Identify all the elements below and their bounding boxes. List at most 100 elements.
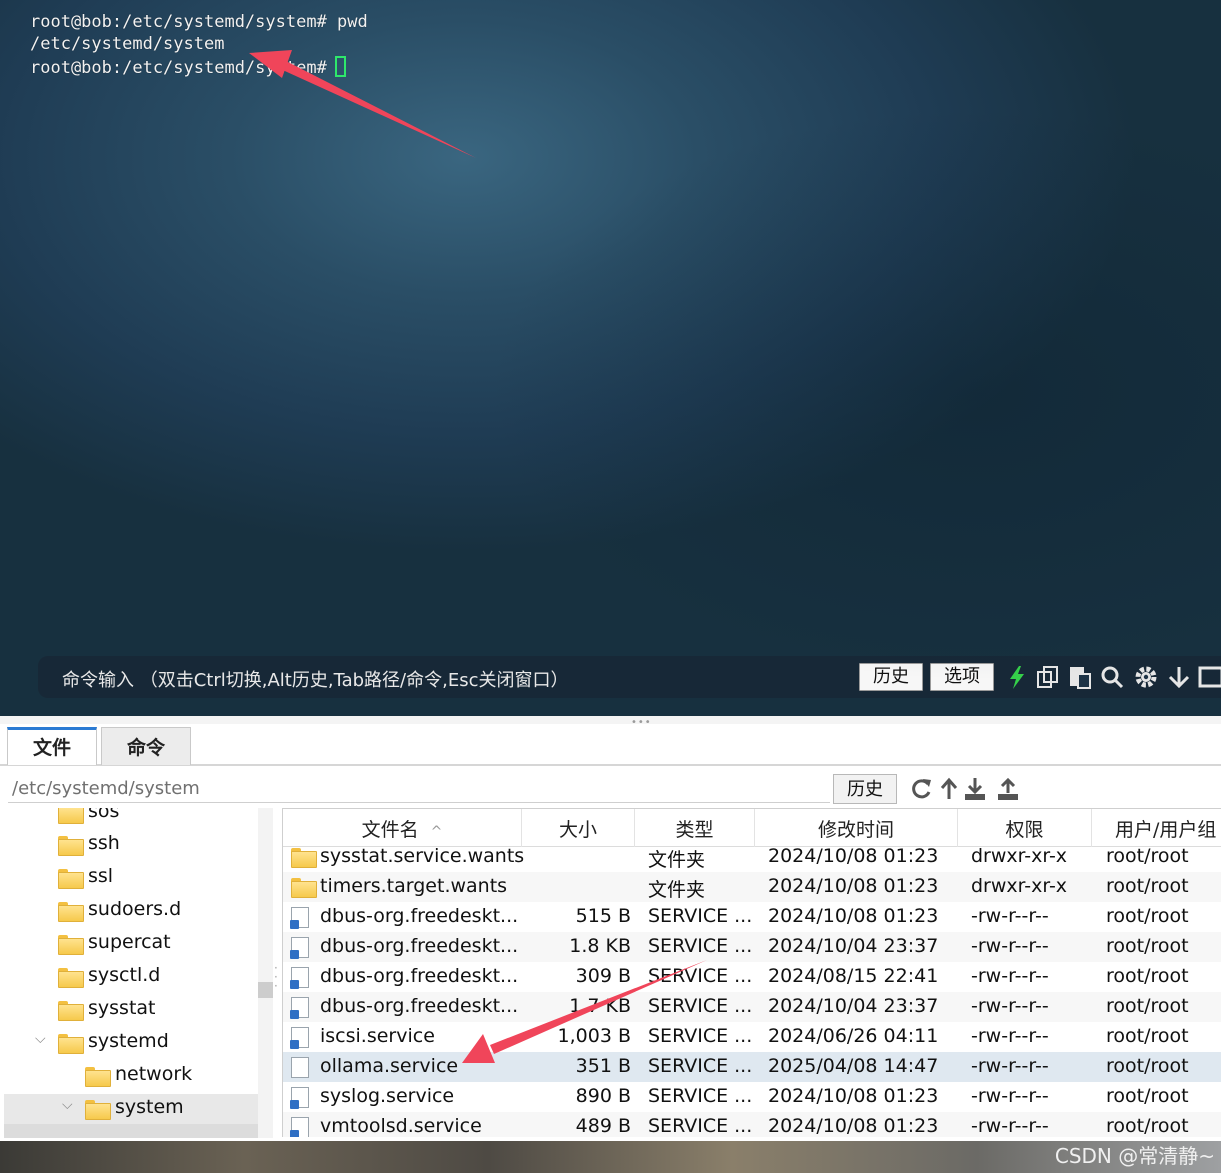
file-cell-size: 1,003 B <box>557 1025 631 1047</box>
column-header-modified[interactable]: 修改时间 <box>755 809 958 847</box>
column-header-permissions[interactable]: 权限 <box>958 809 1092 847</box>
file-cell-name: dbus-org.freedeskt... <box>320 905 519 927</box>
file-cell-type: SERVICE ... <box>648 995 753 1017</box>
chevron-down-icon[interactable]: ⌵ <box>62 1097 73 1113</box>
tree-item-system[interactable]: ⌵ system <box>4 1094 258 1124</box>
file-icon <box>291 1057 309 1078</box>
file-cell-name: sysstat.service.wants <box>320 845 525 867</box>
file-cell-name: timers.target.wants <box>320 875 508 897</box>
file-cell-owner: root/root <box>1106 845 1189 867</box>
file-list[interactable]: sysstat.service.wants 文件夹 2024/10/08 01:23… <box>282 808 1221 1138</box>
tab-commands[interactable]: 命令 <box>101 727 191 765</box>
file-cell-perm: -rw-r--r-- <box>971 995 1049 1017</box>
history-button[interactable]: 历史 <box>859 663 923 691</box>
upload-icon[interactable] <box>996 776 1020 802</box>
terminal-line: root@bob:/etc/systemd/system# pwd <box>30 12 368 32</box>
tree-item-sudoers-d[interactable]: sudoers.d <box>4 896 258 926</box>
file-cell-name: syslog.service <box>320 1085 455 1107</box>
file-cell-perm: -rw-r--r-- <box>971 1055 1049 1077</box>
tree-item-label: ssh <box>88 832 120 854</box>
file-row[interactable]: dbus-org.freedeskt... 515 B SERVICE ... 202… <box>283 902 1221 932</box>
service-file-icon <box>290 997 309 1019</box>
terminal-pane[interactable]: root@bob:/etc/systemd/system# pwd /etc/s… <box>0 0 1221 716</box>
tree-item-label: system <box>115 1096 184 1118</box>
column-header-size[interactable]: 大小 <box>522 809 635 847</box>
file-row[interactable]: dbus-org.freedeskt... 309 B SERVICE ... 202… <box>283 962 1221 992</box>
command-input-hint[interactable]: 命令输入 （双击Ctrl切换,Alt历史,Tab路径/命令,Esc关闭窗口） <box>62 666 568 692</box>
file-cell-type: SERVICE ... <box>648 1115 753 1137</box>
up-dir-icon[interactable] <box>939 776 963 802</box>
tree-item-label: sysstat <box>88 997 156 1019</box>
file-cell-size: 1.7 KB <box>569 995 631 1017</box>
options-button[interactable]: 选项 <box>930 663 994 691</box>
terminal-prompt: root@bob:/etc/systemd/system# <box>30 58 327 78</box>
tree-horizontal-scrollbar[interactable] <box>4 1124 258 1138</box>
file-cell-modified: 2024/10/08 01:23 <box>768 905 939 927</box>
service-file-icon <box>290 907 309 929</box>
file-cell-type: SERVICE ... <box>648 1025 753 1047</box>
folder-icon <box>58 869 84 889</box>
folder-open-icon <box>85 1100 111 1120</box>
folder-open-icon <box>58 1034 84 1054</box>
command-input-bar[interactable]: 命令输入 （双击Ctrl切换,Alt历史,Tab路径/命令,Esc关闭窗口） 历… <box>38 656 1221 698</box>
file-cell-type: SERVICE ... <box>648 905 753 927</box>
file-row[interactable]: ollama.service 351 B SERVICE ... 2025/04/08… <box>283 1052 1221 1082</box>
file-row[interactable]: iscsi.service 1,003 B SERVICE ... 2024/06/2… <box>283 1022 1221 1052</box>
bolt-icon[interactable] <box>1004 664 1030 690</box>
down-arrow-icon[interactable] <box>1166 664 1192 690</box>
tree-item-label: sos <box>88 808 120 822</box>
terminal-prompt-line: root@bob:/etc/systemd/system# <box>30 56 346 79</box>
file-row[interactable]: timers.target.wants 文件夹 2024/10/08 01:23 dr… <box>283 872 1221 902</box>
tree-item-sysctl-d[interactable]: sysctl.d <box>4 962 258 992</box>
file-row[interactable]: dbus-org.freedeskt... 1.8 KB SERVICE ... 20… <box>283 932 1221 962</box>
file-row[interactable]: dbus-org.freedeskt... 1.7 KB SERVICE ... 20… <box>283 992 1221 1022</box>
tab-files[interactable]: 文件 <box>7 727 97 765</box>
paste-icon[interactable] <box>1067 664 1093 690</box>
directory-tree[interactable]: sos ssh ssl sudoers.d supercat sysctl.d … <box>4 808 258 1138</box>
tree-item-network[interactable]: network <box>4 1061 258 1091</box>
file-cell-perm: drwxr-xr-x <box>971 875 1068 897</box>
file-cell-perm: drwxr-xr-x <box>971 845 1068 867</box>
file-row[interactable]: syslog.service 890 B SERVICE ... 2024/10/08… <box>283 1082 1221 1112</box>
search-icon[interactable] <box>1099 664 1125 690</box>
service-file-icon <box>290 1027 309 1049</box>
file-cell-size: 489 B <box>575 1115 631 1137</box>
splitter-grip[interactable]: ••• <box>631 717 652 728</box>
window-icon[interactable] <box>1198 664 1221 690</box>
column-header-owner[interactable]: 用户/用户组 <box>1092 809 1221 847</box>
file-row[interactable]: vmtoolsd.service 489 B SERVICE ... 2024/10/… <box>283 1112 1221 1137</box>
tree-item-sysstat[interactable]: sysstat <box>4 995 258 1025</box>
chevron-down-icon[interactable]: ⌵ <box>35 1031 46 1047</box>
tree-item-ssl[interactable]: ssl <box>4 863 258 893</box>
service-file-icon <box>290 1087 309 1109</box>
column-header-type[interactable]: 类型 <box>635 809 755 847</box>
gear-icon[interactable] <box>1133 664 1159 690</box>
tree-item-sos[interactable]: sos <box>4 808 258 828</box>
tree-item-label: ssl <box>88 865 114 887</box>
path-input[interactable]: /etc/systemd/system <box>8 775 830 803</box>
file-cell-owner: root/root <box>1106 905 1189 927</box>
tree-item-supercat[interactable]: supercat <box>4 929 258 959</box>
pane-splitter[interactable] <box>0 716 1221 724</box>
file-cell-owner: root/root <box>1106 1055 1189 1077</box>
file-cell-modified: 2024/10/08 01:23 <box>768 1115 939 1137</box>
path-history-button[interactable]: 历史 <box>833 774 897 804</box>
file-cell-size: 351 B <box>575 1055 631 1077</box>
vertical-splitter-grip[interactable]: · · · <box>274 962 280 992</box>
file-cell-type: 文件夹 <box>648 849 706 871</box>
download-icon[interactable] <box>963 776 987 802</box>
sort-ascending-icon: ^ <box>430 824 443 840</box>
file-cell-size: 515 B <box>575 905 631 927</box>
tree-scrollbar[interactable] <box>258 808 273 1138</box>
tree-item-ssh[interactable]: ssh <box>4 830 258 860</box>
file-cell-name: dbus-org.freedeskt... <box>320 995 519 1017</box>
column-header-name[interactable]: 文件名 ^ <box>283 809 522 847</box>
folder-icon <box>58 968 84 988</box>
file-cell-size: 1.8 KB <box>569 935 631 957</box>
tree-scrollbar-thumb[interactable] <box>258 982 273 998</box>
tree-item-systemd[interactable]: ⌵ systemd <box>4 1028 258 1058</box>
copy-icon[interactable] <box>1035 664 1061 690</box>
file-rows[interactable]: sysstat.service.wants 文件夹 2024/10/08 01:23… <box>283 842 1221 1137</box>
refresh-icon[interactable] <box>909 776 933 802</box>
file-cell-modified: 2024/06/26 04:11 <box>768 1025 939 1047</box>
